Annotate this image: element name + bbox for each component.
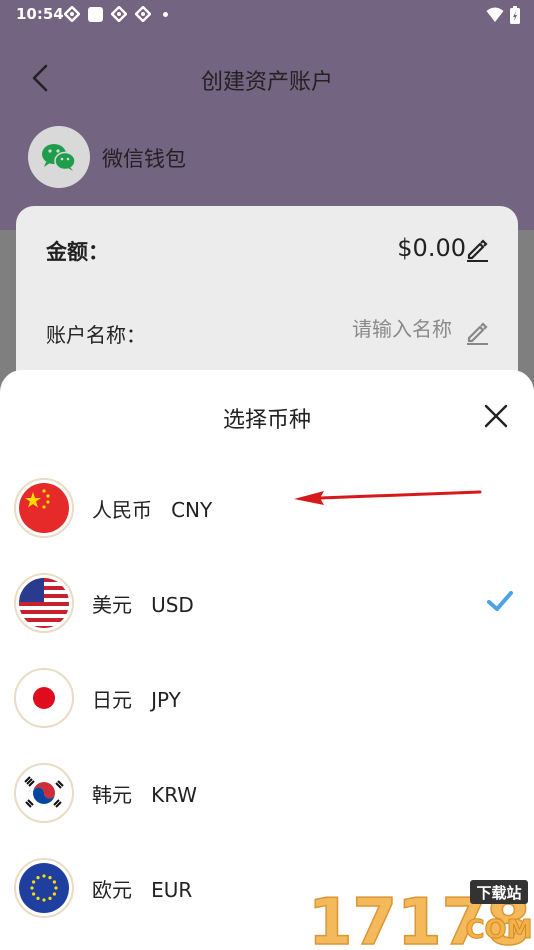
wifi-icon bbox=[486, 7, 504, 22]
wechat-icon bbox=[42, 144, 76, 171]
edit-amount-icon[interactable] bbox=[464, 236, 490, 262]
status-time: 10:54 bbox=[16, 5, 64, 23]
currency-label: 人民币 CNY bbox=[92, 498, 213, 522]
selected-check-icon bbox=[487, 591, 513, 611]
amount-label: 金额： bbox=[46, 240, 109, 264]
currency-label: 美元 USD bbox=[92, 593, 194, 617]
svg-text:COM: COM bbox=[465, 915, 532, 945]
currency-item-cny[interactable]: 人民币 CNY bbox=[0, 463, 534, 558]
sheet-title: 选择币种 bbox=[222, 408, 311, 433]
header: 创建资产账户 微信钱包 bbox=[0, 30, 534, 230]
more-notifications-dot-icon bbox=[163, 11, 168, 17]
edit-name-icon[interactable] bbox=[464, 319, 490, 345]
currency-item-krw[interactable]: 韩元 KRW bbox=[0, 748, 534, 843]
currency-label: 日元 JPY bbox=[92, 688, 181, 712]
app-notification-icon bbox=[64, 6, 80, 22]
system-icons bbox=[486, 6, 520, 24]
currency-label: 韩元 KRW bbox=[92, 783, 198, 807]
currency-item-jpy[interactable]: 日元 JPY bbox=[0, 653, 534, 748]
wallet-name: 微信钱包 bbox=[102, 147, 186, 171]
page-title: 创建资产账户 bbox=[200, 70, 333, 95]
notification-icons bbox=[64, 6, 168, 22]
china-flag-icon bbox=[14, 478, 74, 538]
account-name-input[interactable] bbox=[232, 317, 452, 341]
watermark-logo: 17178 下载站 COM bbox=[307, 880, 532, 950]
korea-flag-icon bbox=[14, 763, 74, 823]
app-notification-icon bbox=[135, 6, 151, 22]
svg-text:下载站: 下载站 bbox=[476, 884, 521, 902]
wallet-avatar[interactable] bbox=[28, 126, 90, 188]
account-name-label: 账户名称： bbox=[46, 323, 146, 347]
currency-label: 欧元 EUR bbox=[92, 878, 193, 902]
japan-flag-icon bbox=[14, 668, 74, 728]
annotation-arrow-icon bbox=[294, 490, 482, 505]
amount-value[interactable]: $0.00 bbox=[397, 234, 466, 262]
close-button[interactable] bbox=[482, 402, 510, 430]
currency-item-usd[interactable]: 美元 USD bbox=[0, 558, 534, 653]
status-bar: 10:54 bbox=[0, 0, 534, 30]
usa-flag-icon bbox=[14, 573, 74, 633]
currency-bottom-sheet: 选择币种 人民币 CNY 美元 USD 日元 JPY 韩元 KRW 欧元 EUR bbox=[0, 370, 534, 950]
eu-flag-icon bbox=[14, 858, 74, 918]
battery-icon bbox=[510, 6, 520, 24]
square-notification-icon bbox=[88, 6, 103, 22]
app-notification-icon bbox=[111, 6, 127, 22]
